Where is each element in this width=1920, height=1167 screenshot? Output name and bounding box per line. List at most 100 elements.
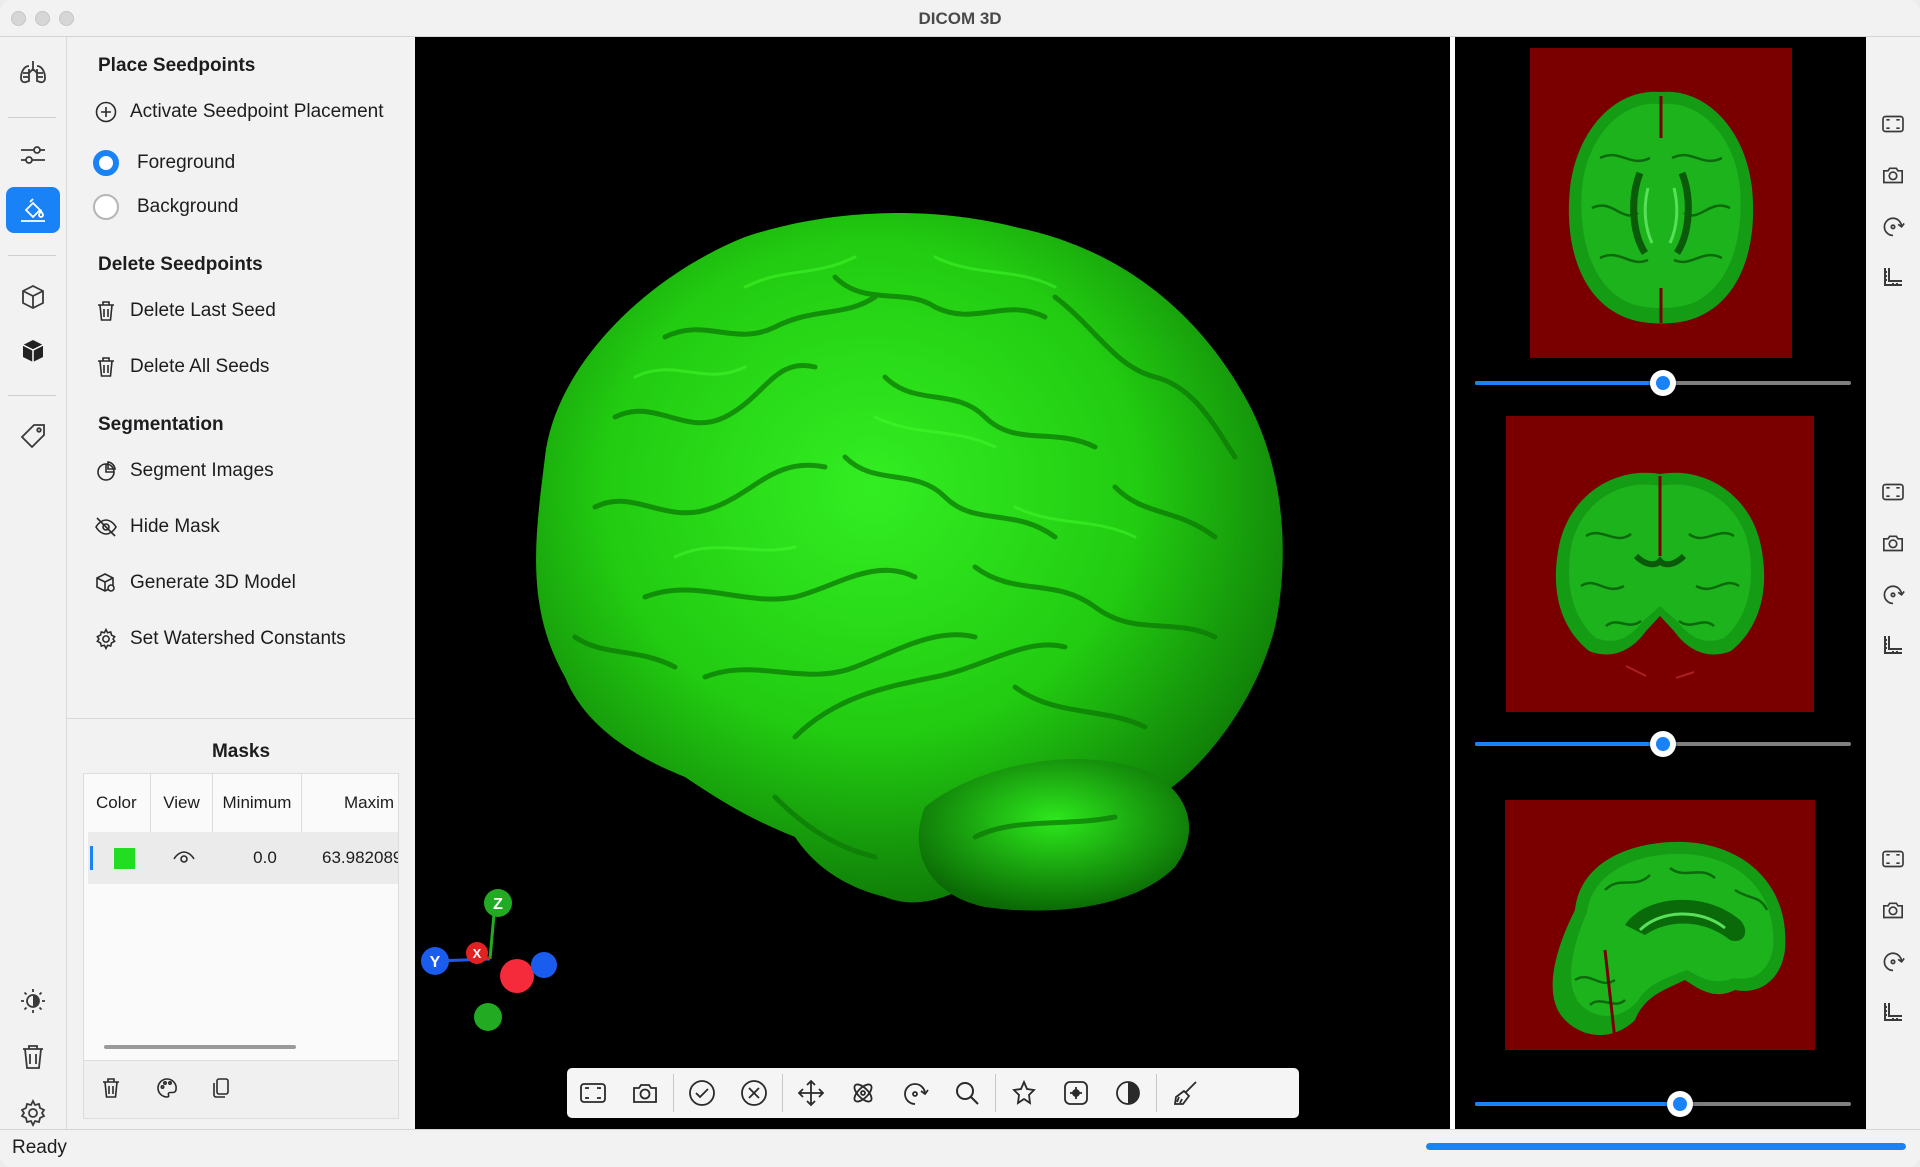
eye-icon[interactable] [172,848,196,868]
cube-filled-icon [19,337,47,365]
window-title: DICOM 3D [918,9,1002,28]
column-header-minimum[interactable]: Minimum [213,774,302,832]
segmentation-heading: Segmentation [98,414,224,435]
left-toolbar [0,37,67,1129]
delete-last-seed-label: Delete Last Seed [130,300,276,321]
confirm-button[interactable] [676,1068,728,1118]
brain-3d-model: Z Y X [421,213,1283,1031]
place-seedpoints-heading: Place Seedpoints [98,55,256,76]
sagittal-screenshot-button[interactable] [1879,896,1907,924]
delete-last-seed-button[interactable]: Delete Last Seed [94,296,276,326]
pan-button[interactable] [785,1068,837,1118]
lungs-icon [18,59,48,85]
coronal-fit-button[interactable] [1879,478,1907,506]
adjustments-button[interactable] [6,132,60,178]
brightness-button[interactable] [6,978,60,1024]
clear-button[interactable] [1159,1068,1211,1118]
horizontal-scrollbar[interactable] [104,1045,296,1049]
coronal-slider-knob[interactable] [1650,731,1676,757]
paint-bucket-icon [18,196,48,224]
coronal-rotate-button[interactable] [1879,580,1907,608]
frame-icon [1881,114,1905,134]
zoom-button[interactable] [941,1068,993,1118]
sagittal-slider-knob[interactable] [1666,1091,1693,1117]
delete-all-seeds-button[interactable]: Delete All Seeds [94,352,269,382]
coronal-slice-view[interactable] [1506,416,1814,712]
mask-minimum: 0.0 [253,848,277,867]
3d-viewport[interactable]: Z Y X [415,37,1450,1129]
camera-icon [1881,900,1905,920]
sagittal-fit-button[interactable] [1879,845,1907,873]
status-text: Ready [12,1137,67,1158]
gear-icon [19,1099,47,1127]
3d-view-button[interactable] [6,274,60,320]
tag-icon [19,422,47,450]
rotate-icon [1881,582,1905,606]
row-selection-indicator [90,846,93,870]
masks-actions-bar [84,1060,398,1118]
gear-icon [94,627,118,651]
contrast-icon [1114,1079,1142,1107]
coronal-measure-button[interactable] [1879,631,1907,659]
axial-measure-button[interactable] [1879,263,1907,291]
column-header-maximum[interactable]: Maxim [302,774,398,832]
camera-icon [1881,165,1905,185]
reset-view-button[interactable] [998,1068,1050,1118]
sagittal-slice-view[interactable] [1505,800,1815,1050]
hide-mask-label: Hide Mask [130,516,220,537]
background-radio[interactable]: Background [93,192,238,222]
delete-button[interactable] [6,1034,60,1080]
coronal-screenshot-button[interactable] [1879,529,1907,557]
column-header-view[interactable]: View [151,774,213,832]
sagittal-measure-button[interactable] [1879,998,1907,1026]
3d-model-button[interactable] [6,328,60,374]
x-circle-icon [740,1079,768,1107]
axial-fit-button[interactable] [1879,110,1907,138]
fit-view-button[interactable] [567,1068,619,1118]
mask-maximum: 63.9820899 [322,848,398,867]
table-row[interactable]: 0.0 63.9820899 [88,832,398,884]
ruler-icon [1882,1001,1904,1023]
set-watershed-constants-label: Set Watershed Constants [130,628,346,649]
axial-slice-slider[interactable] [1475,370,1851,396]
column-header-color[interactable]: Color [84,774,151,832]
brightness-icon [19,987,47,1015]
contrast-button[interactable] [1102,1068,1154,1118]
labels-button[interactable] [6,413,60,459]
slice-views [1455,37,1866,1129]
x-axis-label: X [473,946,482,961]
focus-grid-icon [1062,1079,1090,1107]
axial-rotate-button[interactable] [1879,212,1907,240]
rotate-3d-button[interactable] [837,1068,889,1118]
frame-icon [579,1081,607,1105]
lungs-button[interactable] [6,49,60,95]
copy-icon[interactable] [211,1077,231,1099]
coronal-slice-slider[interactable] [1475,731,1851,757]
orbit-icon [849,1079,877,1107]
progress-bar [1426,1143,1906,1150]
mask-color-swatch[interactable] [114,848,135,869]
hide-mask-button[interactable]: Hide Mask [94,512,220,542]
orientation-axes: Z Y X [421,889,557,1031]
generate-3d-model-button[interactable]: Generate 3D Model [94,568,296,598]
foreground-radio[interactable]: Foreground [93,148,235,178]
trash-icon[interactable] [101,1077,121,1099]
cancel-button[interactable] [728,1068,780,1118]
sliders-icon [19,143,47,167]
axial-slice-view[interactable] [1530,48,1792,358]
axial-slider-knob[interactable] [1650,370,1676,396]
rotate-button[interactable] [889,1068,941,1118]
sagittal-rotate-button[interactable] [1879,947,1907,975]
palette-icon[interactable] [156,1077,178,1099]
cube-gear-icon [94,571,118,595]
axial-screenshot-button[interactable] [1879,161,1907,189]
set-watershed-constants-button[interactable]: Set Watershed Constants [94,624,346,654]
screenshot-button[interactable] [619,1068,671,1118]
sagittal-slice-slider[interactable] [1475,1091,1851,1117]
activate-seedpoint-button[interactable]: Activate Seedpoint Placement [94,97,384,127]
viewport-toolbar [567,1068,1299,1118]
segment-images-button[interactable]: Segment Images [94,456,274,486]
segmentation-button[interactable] [6,187,60,233]
center-view-button[interactable] [1050,1068,1102,1118]
ruler-icon [1882,266,1904,288]
